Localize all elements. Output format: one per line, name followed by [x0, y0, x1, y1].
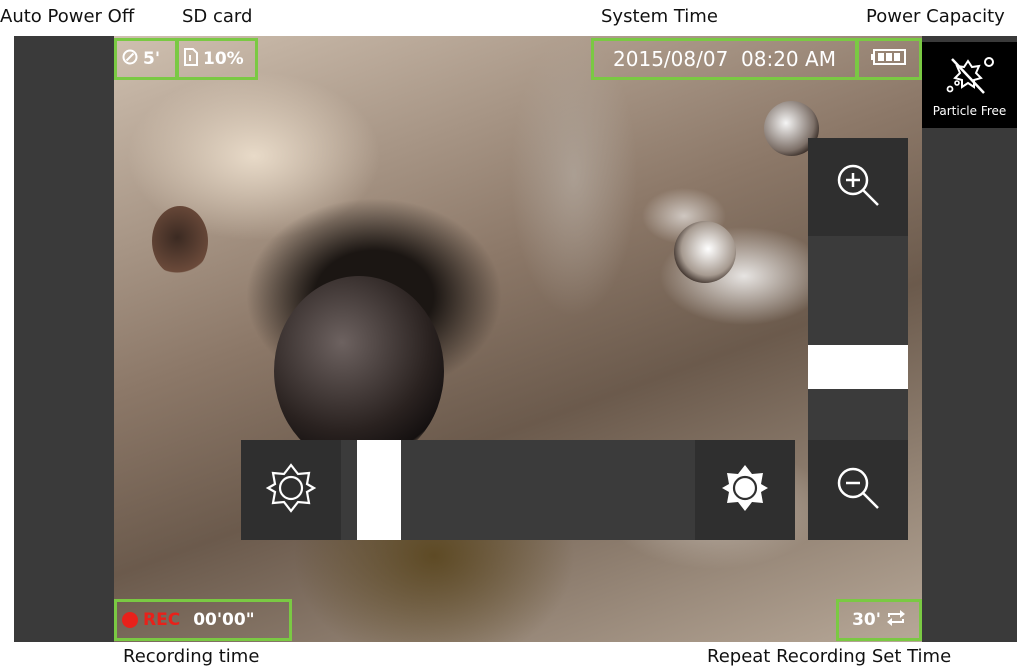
recording-time-value: 00'00"	[193, 610, 255, 630]
brightness-high-icon	[718, 461, 772, 519]
battery-icon	[871, 48, 907, 71]
auto-power-off-indicator: 5'	[114, 38, 178, 80]
rec-label: REC	[143, 610, 181, 630]
feed-bolt-mid	[674, 221, 736, 283]
callout-system-time: System Time	[601, 6, 718, 27]
feed-ball	[274, 276, 444, 466]
system-time-value: 2015/08/07 08:20 AM	[613, 47, 836, 71]
camera-feed	[114, 36, 922, 642]
zoom-in-button[interactable]	[808, 138, 908, 236]
sd-card-value: 10%	[203, 49, 244, 69]
zoom-out-icon	[833, 463, 883, 517]
sd-card-indicator: 10%	[176, 38, 258, 80]
device-screen: 5' 10% 2015/08/07 08:20 AM Particle Free	[14, 36, 1017, 642]
timer-icon	[122, 49, 138, 70]
brightness-up-button[interactable]	[695, 440, 795, 540]
callout-sd-card: SD card	[182, 6, 253, 27]
particle-free-icon	[944, 53, 996, 100]
repeat-icon	[886, 609, 906, 632]
zoom-slider-thumb[interactable]	[808, 345, 908, 389]
zoom-in-icon	[833, 160, 883, 214]
repeat-recording-indicator: 30'	[836, 599, 922, 641]
callout-power-capacity: Power Capacity	[866, 6, 1005, 27]
system-time-display: 2015/08/07 08:20 AM	[591, 38, 858, 80]
power-capacity-indicator	[856, 38, 922, 80]
brightness-slider-thumb[interactable]	[357, 440, 401, 540]
record-dot-icon	[122, 612, 138, 628]
zoom-out-button[interactable]	[808, 440, 908, 540]
repeat-time-value: 30'	[852, 610, 881, 630]
particle-free-label: Particle Free	[932, 103, 1007, 118]
sd-card-icon	[184, 47, 198, 71]
callout-recording-time: Recording time	[123, 646, 260, 667]
brightness-down-button[interactable]	[241, 440, 341, 540]
callout-repeat-recording: Repeat Recording Set Time	[707, 646, 952, 667]
brightness-low-icon	[264, 461, 318, 519]
auto-power-off-value: 5'	[143, 49, 161, 69]
brightness-slider-track[interactable]	[341, 440, 695, 540]
callout-auto-power-off: Auto Power Off	[0, 6, 135, 27]
recording-status: REC 00'00"	[114, 599, 292, 641]
particle-free-button[interactable]: Particle Free	[922, 42, 1017, 128]
zoom-slider-track[interactable]	[808, 236, 908, 440]
feed-hole	[152, 206, 208, 276]
